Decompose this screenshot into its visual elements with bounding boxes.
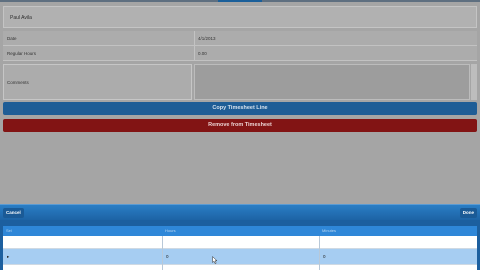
row-divider xyxy=(194,46,195,60)
hours-picker: Sel Hours Minutes ▸ 0 0 xyxy=(0,220,480,270)
comments-scrollbar[interactable] xyxy=(471,64,477,100)
picker-grid: Sel Hours Minutes ▸ 0 0 xyxy=(3,226,477,270)
picker-row-selected[interactable]: ▸ 0 0 xyxy=(3,249,477,265)
picker-row[interactable] xyxy=(3,236,477,249)
employee-name: Paul Avila xyxy=(10,15,32,21)
date-label: Date xyxy=(7,36,17,41)
comments-textarea[interactable] xyxy=(194,64,470,100)
picker-cell-minutes[interactable]: 0 xyxy=(323,254,326,259)
picker-cell-hours[interactable]: 0 xyxy=(166,254,169,259)
date-value[interactable]: 4/1/2013 xyxy=(198,36,216,41)
done-button[interactable]: Done xyxy=(459,208,477,218)
regular-hours-value[interactable]: 0.00 xyxy=(198,51,207,56)
remove-from-timesheet-button[interactable]: Remove from Timesheet xyxy=(3,119,477,132)
date-row[interactable]: Date 4/1/2013 xyxy=(3,31,477,46)
row-selector-arrow-icon: ▸ xyxy=(7,254,10,259)
column-header-hours[interactable]: Hours xyxy=(162,226,319,236)
regular-hours-label: Regular Hours xyxy=(7,51,37,56)
regular-hours-row[interactable]: Regular Hours 0.00 xyxy=(3,46,477,61)
column-divider xyxy=(319,236,320,270)
mouse-pointer-icon xyxy=(212,256,218,264)
picker-toolbar: Cancel Done xyxy=(0,204,480,220)
comments-label: Comments xyxy=(7,80,29,85)
row-divider xyxy=(194,31,195,45)
column-header-minutes[interactable]: Minutes xyxy=(319,226,477,236)
employee-header: Paul Avila xyxy=(3,6,477,28)
comments-label-cell: Comments xyxy=(3,64,192,100)
cancel-button[interactable]: Cancel xyxy=(3,208,24,218)
column-divider xyxy=(162,236,163,270)
copy-timesheet-line-button[interactable]: Copy Timesheet Line xyxy=(3,102,477,115)
column-header-sel[interactable]: Sel xyxy=(3,226,162,236)
